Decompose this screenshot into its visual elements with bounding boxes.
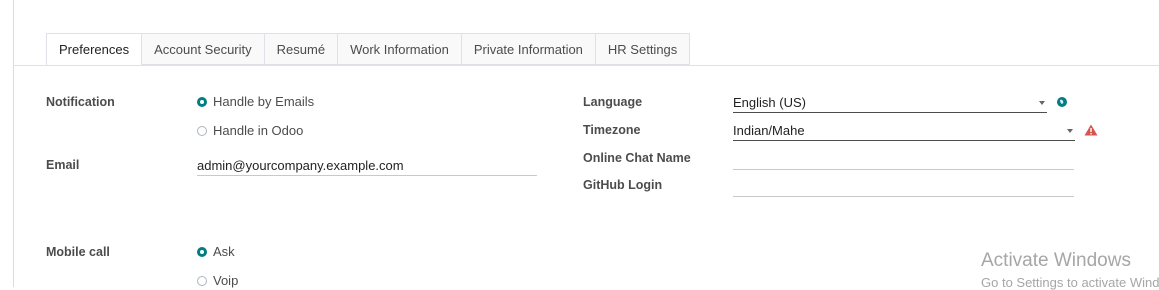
- activate-windows-subtext: Go to Settings to activate Windows.: [981, 275, 1159, 290]
- tab-private-information[interactable]: Private Information: [461, 33, 596, 65]
- online-chat-name-field[interactable]: [733, 150, 1074, 170]
- radio-ask[interactable]: Ask: [197, 244, 235, 259]
- online-chat-name-label: Online Chat Name: [583, 151, 691, 165]
- radio-voip[interactable]: Voip: [197, 273, 238, 288]
- radio-unchecked-icon[interactable]: [197, 125, 207, 136]
- timezone-select[interactable]: Indian/Mahe: [733, 121, 1075, 141]
- chevron-down-icon[interactable]: [1067, 129, 1073, 133]
- radio-handle-in-odoo[interactable]: Handle in Odoo: [197, 123, 303, 138]
- email-field[interactable]: admin@yourcompany.example.com: [197, 156, 537, 176]
- tab-preferences[interactable]: Preferences: [46, 33, 143, 66]
- radio-handle-by-emails[interactable]: Handle by Emails: [197, 94, 314, 109]
- warning-icon[interactable]: [1084, 124, 1098, 136]
- mobile-call-label: Mobile call: [46, 245, 110, 259]
- radio-unchecked-icon[interactable]: [197, 275, 207, 286]
- timezone-label: Timezone: [583, 123, 641, 137]
- language-value: English (US): [733, 95, 806, 110]
- language-label: Language: [583, 95, 643, 109]
- radio-label: Ask: [213, 244, 235, 259]
- notebook-tabs: Preferences Account Security Resumé Work…: [46, 33, 691, 66]
- tab-work-information[interactable]: Work Information: [338, 33, 462, 65]
- chevron-down-icon[interactable]: [1039, 101, 1045, 105]
- radio-checked-icon[interactable]: [197, 96, 207, 107]
- tab-hr-settings[interactable]: HR Settings: [595, 33, 691, 65]
- radio-label: Handle by Emails: [213, 94, 315, 109]
- activate-windows-watermark: Activate Windows: [981, 250, 1131, 271]
- globe-icon[interactable]: [1057, 97, 1067, 107]
- tab-resume[interactable]: Resumé: [264, 33, 339, 65]
- email-value: admin@yourcompany.example.com: [197, 158, 404, 173]
- tabs-divider: [14, 65, 1159, 66]
- radio-checked-icon[interactable]: [197, 246, 207, 257]
- notification-label: Notification: [46, 95, 115, 109]
- language-select[interactable]: English (US): [733, 93, 1047, 113]
- github-login-label: GitHub Login: [583, 178, 663, 192]
- radio-label: Voip: [213, 273, 239, 288]
- timezone-value: Indian/Mahe: [733, 123, 805, 138]
- email-label: Email: [46, 158, 80, 172]
- tab-account-security[interactable]: Account Security: [142, 33, 265, 65]
- radio-label: Handle in Odoo: [213, 123, 304, 138]
- github-login-field[interactable]: [733, 177, 1074, 197]
